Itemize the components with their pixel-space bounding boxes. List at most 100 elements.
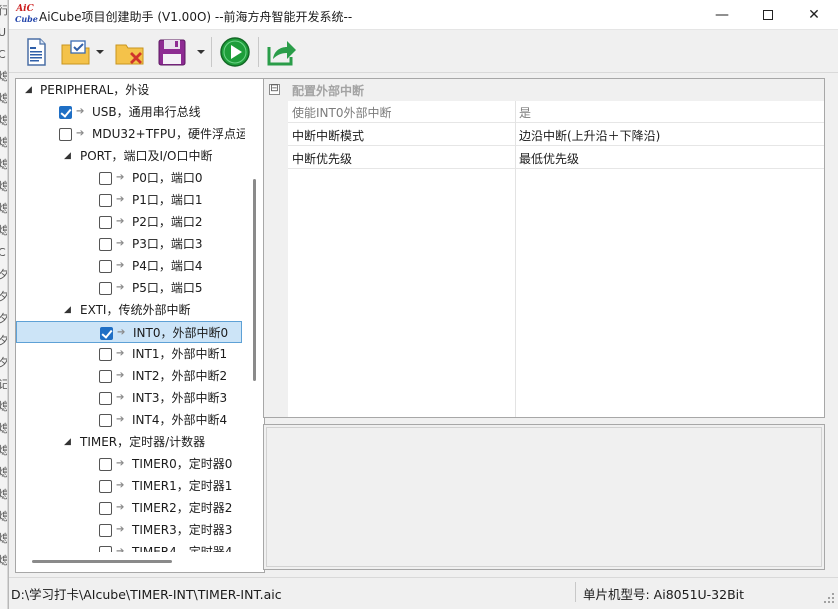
property-value[interactable]: 边沿中断(上升沿＋下降沿) <box>519 127 660 144</box>
tree-node[interactable]: ➔ P1口，端口1 <box>16 189 242 211</box>
dropdown-arrow-icon[interactable] <box>197 48 205 56</box>
tree-node-checkbox[interactable] <box>99 392 112 405</box>
background-glyph: 熄 <box>0 154 7 176</box>
tree-node-label: P1口，端口1 <box>132 193 203 207</box>
background-glyph: 熄 <box>0 110 7 132</box>
tree-node-label: TIMER0，定时器0 <box>132 457 233 471</box>
dropdown-arrow-icon[interactable] <box>96 48 104 56</box>
background-glyph: U <box>0 22 7 44</box>
tree-horizontal-scrollbar[interactable] <box>16 552 245 572</box>
tree-node-label: PORT，端口及I/O口中断 <box>80 149 213 163</box>
tree-node-checkbox[interactable] <box>99 502 112 515</box>
expand-arrow-icon[interactable]: ◢ <box>64 299 71 321</box>
tree-node[interactable]: ◢ PORT，端口及I/O口中断 <box>16 145 242 167</box>
property-row[interactable]: 中断中断模式 边沿中断(上升沿＋下降沿) <box>288 124 824 146</box>
property-value[interactable]: 是 <box>519 104 531 121</box>
tree-node[interactable]: ➔ INT4，外部中断4 <box>16 409 242 431</box>
title-bar[interactable]: AiC Cube AiCube项目创建助手 (V1.00O) --前海方舟智能开… <box>9 0 838 30</box>
project-path: D:\学习打卡\AIcube\TIMER-INT\TIMER-INT.aic <box>11 587 282 602</box>
arrow-icon: ➔ <box>116 502 125 513</box>
peripheral-tree[interactable]: ◢ PERIPHERAL，外设 ➔ USB，通用串行总线 ➔ MDU32+TFPU，硬件浮… <box>15 78 265 573</box>
tree-node-checkbox[interactable] <box>99 480 112 493</box>
tree-node-label: P3口，端口3 <box>132 237 203 251</box>
tree-node[interactable]: ➔ P4口，端口4 <box>16 255 242 277</box>
mcu-model: 单片机型号: Ai8051U-32Bit <box>583 587 745 602</box>
tree-node[interactable]: ➔ P5口，端口5 <box>16 277 242 299</box>
tree-node[interactable]: ◢ PERIPHERAL，外设 <box>16 79 242 101</box>
tree-node-label: TIMER1，定时器1 <box>132 479 233 493</box>
property-value[interactable]: 最低优先级 <box>519 150 579 167</box>
tree-node[interactable]: ➔ MDU32+TFPU，硬件浮点运算 <box>16 123 260 145</box>
tree-node-label: TIMER2，定时器2 <box>132 501 233 515</box>
collapse-icon[interactable]: ⊟ <box>269 84 280 95</box>
arrow-icon: ➔ <box>116 194 125 205</box>
background-glyph: 夕 <box>0 352 7 374</box>
expand-arrow-icon[interactable]: ◢ <box>64 431 71 453</box>
save-button[interactable] <box>155 35 189 69</box>
background-glyph: 夕 <box>0 308 7 330</box>
background-glyph: 熄 <box>0 132 7 154</box>
tree-node-checkbox[interactable] <box>99 172 112 185</box>
property-category[interactable]: ⊟ 配置外部中断 <box>264 79 824 101</box>
background-glyph: 熄 <box>0 220 7 242</box>
tree-node[interactable]: ◢ TIMER，定时器/计数器 <box>16 431 242 453</box>
tree-node[interactable]: ➔ TIMER1，定时器1 <box>16 475 242 497</box>
close-button[interactable]: ✕ <box>791 0 837 30</box>
expand-arrow-icon[interactable]: ◢ <box>64 145 71 167</box>
tree-node[interactable]: ➔ TIMER0，定时器0 <box>16 453 242 475</box>
scrollbar-thumb[interactable] <box>32 560 172 563</box>
tree-node[interactable]: ➔ P2口，端口2 <box>16 211 242 233</box>
tree-node[interactable]: ➔ P0口，端口0 <box>16 167 242 189</box>
run-button[interactable] <box>218 35 252 69</box>
tree-vertical-scrollbar[interactable] <box>245 79 264 551</box>
expand-arrow-icon[interactable]: ◢ <box>25 79 32 101</box>
tree-node-checkbox[interactable] <box>100 327 113 340</box>
maximize-button[interactable] <box>745 0 791 30</box>
tree-node[interactable]: ➔ TIMER2，定时器2 <box>16 497 242 519</box>
tree-node-label: MDU32+TFPU，硬件浮点运算 <box>92 127 260 141</box>
tree-node-checkbox[interactable] <box>99 238 112 251</box>
tree-node-checkbox[interactable] <box>99 260 112 273</box>
export-button[interactable] <box>265 35 299 69</box>
tree-node-checkbox[interactable] <box>59 106 72 119</box>
description-panel <box>263 424 825 570</box>
tree-node-checkbox[interactable] <box>59 128 72 141</box>
new-button[interactable] <box>19 35 53 69</box>
tree-node[interactable]: ➔ INT2，外部中断2 <box>16 365 242 387</box>
tree-node[interactable]: ◢ EXTI，传统外部中断 <box>16 299 242 321</box>
tree-node[interactable]: ➔ TIMER3，定时器3 <box>16 519 242 541</box>
tree-node-checkbox[interactable] <box>99 370 112 383</box>
resize-grip-icon[interactable] <box>823 592 835 604</box>
tree-node-label: TIMER，定时器/计数器 <box>80 435 206 449</box>
tree-node-checkbox[interactable] <box>99 524 112 537</box>
column-divider[interactable] <box>515 101 516 417</box>
property-row[interactable]: 使能INT0外部中断 是 <box>288 101 824 123</box>
tree-node[interactable]: ➔ INT0，外部中断0 <box>16 321 242 343</box>
tree-node-label: INT3，外部中断3 <box>132 391 228 405</box>
tree-node-label: INT1，外部中断1 <box>132 347 228 361</box>
tree-node-label: INT4，外部中断4 <box>132 413 228 427</box>
scrollbar-thumb[interactable] <box>253 179 256 381</box>
tree-node-checkbox[interactable] <box>99 216 112 229</box>
minimize-button[interactable]: — <box>699 0 745 30</box>
tree-node[interactable]: ➔ INT3，外部中断3 <box>16 387 242 409</box>
tree-node-checkbox[interactable] <box>99 414 112 427</box>
toolbar-separator <box>211 37 212 67</box>
delete-button[interactable] <box>113 35 147 69</box>
tree-node[interactable]: ➔ USB，通用串行总线 <box>16 101 242 123</box>
arrow-icon: ➔ <box>116 524 125 535</box>
minimize-icon: — <box>715 7 729 23</box>
background-glyph: 熄 <box>0 176 7 198</box>
tree-node[interactable]: ➔ INT1，外部中断1 <box>16 343 242 365</box>
tree-node-checkbox[interactable] <box>99 194 112 207</box>
tree-node-checkbox[interactable] <box>99 348 112 361</box>
open-config-button[interactable] <box>59 35 93 69</box>
property-name: 中断优先级 <box>292 152 353 166</box>
tree-node-label: EXTI，传统外部中断 <box>80 303 191 317</box>
background-glyph: 熄 <box>0 550 7 572</box>
property-row[interactable]: 中断优先级 最低优先级 <box>288 147 824 169</box>
tree-node-checkbox[interactable] <box>99 458 112 471</box>
tree-node-checkbox[interactable] <box>99 282 112 295</box>
tree-node[interactable]: ➔ P3口，端口3 <box>16 233 242 255</box>
tree-node-label: INT2，外部中断2 <box>132 369 228 383</box>
